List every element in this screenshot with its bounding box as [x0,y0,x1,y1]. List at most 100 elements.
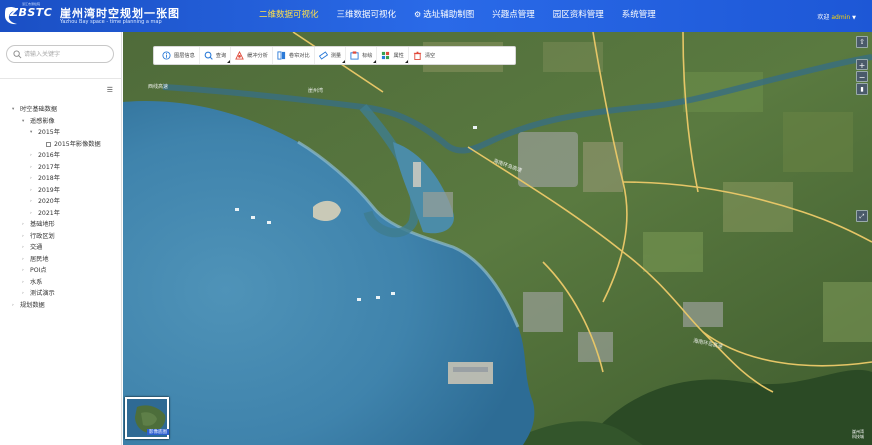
chevron-right-icon[interactable]: › [12,300,14,312]
chevron-right-icon[interactable]: › [22,265,24,277]
search-box [6,45,114,63]
nav-park-documents[interactable]: 园区资料管理 [544,0,613,32]
corner-logo: 崖州湾 科技城 [852,429,864,439]
nav-system-management[interactable]: 系统管理 [613,0,665,32]
tree-node-label: 遥感影像 [30,117,55,125]
buffer-icon [235,51,244,60]
chevron-right-icon[interactable]: › [30,208,32,220]
tree-node[interactable]: › 测试演示 [0,288,121,300]
tool-plot[interactable]: 标绘 [346,47,378,64]
fullscreen-icon[interactable]: ⤢ [856,210,868,222]
tree-node[interactable]: › 交通 [0,242,121,254]
tool-clear[interactable]: 清空 [409,47,439,64]
chevron-down-icon[interactable]: ▾ [12,104,14,116]
minimap-label: 影像底图 [147,429,169,435]
road-label: 西线高速 [148,83,168,90]
tool-layer-info[interactable]: 图层信息 [158,47,200,64]
tree-node[interactable]: ▾ 2015年 [0,127,121,139]
chevron-right-icon[interactable]: › [30,185,32,197]
zoom-out-button[interactable]: − [856,71,868,82]
chevron-right-icon[interactable]: › [22,288,24,300]
chevron-right-icon[interactable]: › [22,277,24,289]
tree-node[interactable]: › 2016年 [0,150,121,162]
tree-node[interactable]: 2015年影像数据 [0,139,121,151]
chevron-right-icon[interactable]: › [30,162,32,174]
nav-2d-visualization[interactable]: 二维数据可视化 [250,0,328,32]
tool-query[interactable]: 查询 [200,47,232,64]
plot-icon [350,51,359,60]
nav-poi-management[interactable]: 兴趣点管理 [483,0,544,32]
tool-swipe-compare[interactable]: 卷帘对比 [273,47,315,64]
chevron-down-icon: ▼ [852,15,856,21]
dropdown-triangle-icon [373,60,377,63]
tree-node-label: 2018年 [38,175,60,182]
sidebar-divider [0,78,121,79]
zoom-in-button[interactable]: + [856,59,868,70]
chevron-right-icon[interactable]: › [22,219,24,231]
dropdown-triangle-icon [342,60,346,63]
tree-node-label: POI点 [30,267,47,274]
list-icon[interactable]: ☰ [107,86,113,94]
chevron-right-icon[interactable]: › [22,254,24,266]
chevron-right-icon[interactable]: › [22,242,24,254]
layer-sidebar: ☰ ▾ 时空基础数据 ▾ 遥感影像 ▾ 2015年 2015年影像数据 › 2016年 › 2017… [0,32,122,445]
compare-icon [277,51,286,60]
search-icon [13,50,22,59]
chevron-down-icon[interactable]: ▾ [30,127,32,139]
tree-node[interactable]: › 水系 [0,277,121,289]
chevron-right-icon[interactable]: › [22,231,24,243]
road-label: 崖州湾 [308,87,323,94]
chevron-right-icon[interactable]: › [30,150,32,162]
tree-node[interactable]: › 行政区划 [0,231,121,243]
layer-checkbox[interactable] [46,141,51,147]
tool-buffer-analysis[interactable]: 缓冲分析 [231,47,273,64]
tool-measure[interactable]: 测量 [315,47,347,64]
logo-text: ZBSTC [10,6,53,19]
dropdown-triangle-icon [227,60,231,63]
tree-node-label: 2021年 [38,209,60,217]
tree-node[interactable]: › 基础地形 [0,219,121,231]
attribute-icon [382,51,390,60]
tree-node[interactable]: › 居民地 [0,254,121,266]
tree-node-label: 水系 [30,278,43,286]
tree-node[interactable]: › 2017年 [0,162,121,174]
tree-node-label: 2015年 [38,129,60,136]
map-toolbar: 图层信息 查询 缓冲分析 卷帘对比 测量 标绘 属性 清空 [153,46,516,65]
chevron-right-icon[interactable]: › [30,196,32,208]
layer-tree: ▾ 时空基础数据 ▾ 遥感影像 ▾ 2015年 2015年影像数据 › 2016年 › 2017年 ›… [0,104,121,311]
tree-node-label: 居民地 [30,255,49,263]
tree-node[interactable]: › POI点 [0,265,121,277]
tree-node[interactable]: › 2020年 [0,196,121,208]
trash-icon[interactable]: ▮ [856,83,868,95]
search-input[interactable] [24,48,110,60]
nav-site-selection[interactable]: ⚙ 选址辅助制图 [405,0,483,32]
tree-node[interactable]: › 2021年 [0,208,121,220]
chevron-down-icon[interactable]: ▾ [22,116,24,128]
tree-node[interactable]: › 2018年 [0,173,121,185]
nav-3d-visualization[interactable]: 三维数据可视化 [328,0,406,32]
tool-attribute[interactable]: 属性 [377,47,409,64]
app-header: 湛江市测绘院 ZBSTC 崖州湾时空规划一张图 Yazhou Bay space… [0,0,872,32]
user-menu[interactable]: 欢迎 admin ▼ [817,12,856,21]
chevron-right-icon[interactable]: › [30,173,32,185]
tree-node-label: 2019年 [38,186,60,194]
tree-node-label: 时空基础数据 [20,106,58,113]
tree-node-label: 交通 [30,244,43,251]
welcome-text: 欢迎 [817,14,830,21]
tree-node[interactable]: ▾ 遥感影像 [0,116,121,128]
clear-icon [413,51,421,60]
map-view[interactable]: 西线高速 海南环岛高速 海南环岛高速 崖州湾 ⇧ + − ▮ ⤢ [123,32,872,445]
tree-node-label: 基础地形 [30,221,55,228]
ruler-icon [318,51,328,60]
tree-node-label: 2020年 [38,198,60,205]
satellite-map[interactable]: 西线高速 海南环岛高速 海南环岛高速 崖州湾 [123,32,872,445]
tree-node-label: 2015年影像数据 [54,140,101,148]
tree-node[interactable]: ▾ 时空基础数据 [0,104,121,116]
map-reset-button[interactable]: ⇧ [856,36,868,48]
tree-node[interactable]: › 规划数据 [0,300,121,312]
gear-icon: ⚙ [414,10,422,19]
app-subtitle: Yazhou Bay space - time planning a map [60,19,162,25]
tree-node-label: 测试演示 [30,290,55,297]
dropdown-triangle-icon [404,60,408,63]
tree-node[interactable]: › 2019年 [0,185,121,197]
